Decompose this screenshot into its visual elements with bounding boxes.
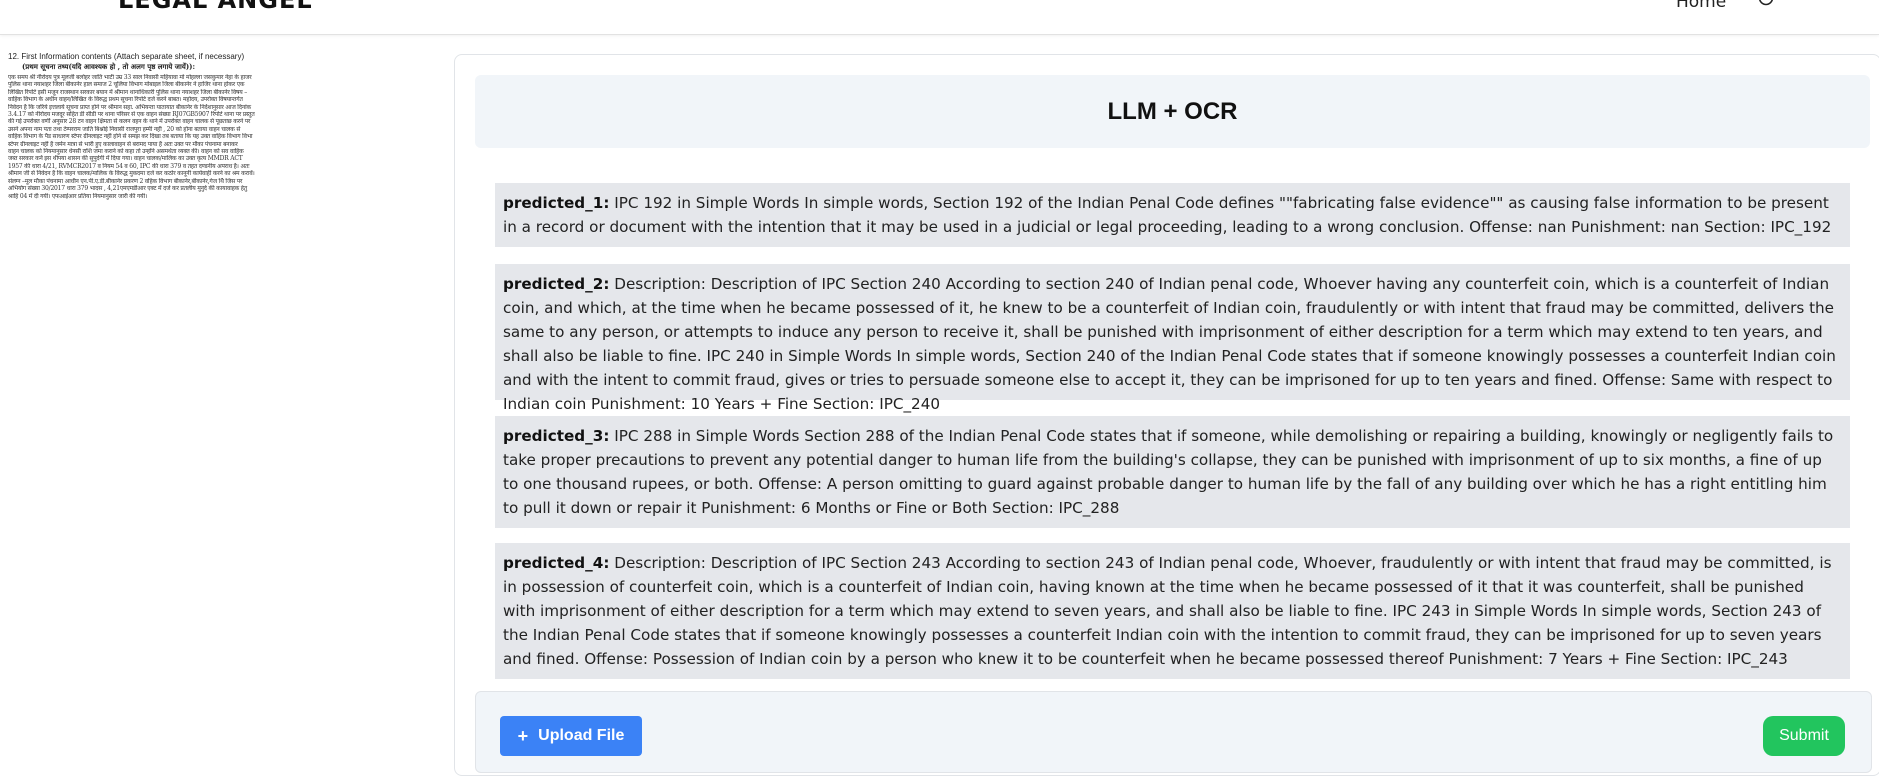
document-line: वाहिक विभाग के पैड साधारण स्टेपर ग्रीनला… [8,133,253,141]
document-line: एक समय श्री नीरोदय पुत्र मूलजी बलोहर जात… [8,74,252,81]
document-line: संलग्न –मूल मौका पंचनामा आधीन एन.पी.ए.डी… [8,177,243,185]
prediction-label: predicted_4: [503,554,610,572]
document-body: एक समय श्री नीरोदय पुत्र मूलजी बलोहर जात… [8,74,368,200]
prediction-card: predicted_1: IPC 192 in Simple Words In … [495,183,1850,247]
user-icon[interactable] [1758,0,1774,6]
document-line: श्राहि 04 में दी गयी। एफआईआर प्रतिया निय… [8,192,148,200]
document-subheading: (प्रथम सूचना तथ्य(यदि आवश्यक हो , तो अलग… [22,62,196,71]
results-title-box: LLM + OCR [475,75,1870,148]
document-line: स्टेपर ग्रीनलाइट नहीं है जर्मन मात्रा से… [8,140,238,148]
top-navbar: LEGAL ANGEL Home [0,0,1879,35]
prediction-label: predicted_3: [503,427,610,445]
document-line: जब्त सरकार कर्ने इस थीपया शासन की सुपुर्… [8,155,243,163]
uploaded-document-preview: 12. First Information contents (Attach s… [8,52,368,262]
prediction-text: IPC 192 in Simple Words In simple words,… [503,194,1832,236]
document-line: उसने अपना नाम पता तथा टेम्परराम जाति बिश… [8,125,241,133]
prediction-card: predicted_2: Description: Description of… [495,264,1850,413]
prediction-text: IPC 288 in Simple Words Section 288 of t… [503,427,1834,517]
prediction-text: Description: Description of IPC Section … [503,554,1832,668]
document-line: वाहिक विभाग के अधीन वाहन/लिखित के विरुद्… [8,96,243,104]
prediction-label: predicted_1: [503,194,610,212]
document-line: वाहन चालक को नियमानुसार धेनसी राशि जमा क… [8,148,244,156]
submit-button[interactable]: Submit [1763,716,1845,756]
document-line: 3.4.17 को नीरोदय मजदूर सहित डी सीडी पर थ… [8,111,255,119]
app-logo[interactable]: LEGAL ANGEL [118,0,313,14]
document-line: 1957 की धारा 4/21, RVMCR2017 व नियम 54 व… [8,162,250,170]
document-line: निवेदन है कि जरिये इत्तलाये सूचना प्राप्… [8,103,251,111]
document-line: श्रीमान जी से निवेदन है कि वाहन चालक/माल… [8,170,255,178]
page-title: LLM + OCR [1107,98,1238,125]
document-line: लिखित रिपोर्ट इसी मजून राजस्थान सरकार बय… [8,88,248,96]
document-line: की गई उपरोक्त वर्णी अनुसार 28 टन वाहन क्… [8,118,251,126]
document-line: अभियोग संख्या 30/2017 धारा 379 भादस , 4,… [8,185,247,193]
nav-home-link[interactable]: Home [1676,0,1726,12]
document-heading: 12. First Information contents (Attach s… [8,52,245,61]
prediction-card: predicted_3: IPC 288 in Simple Words Sec… [495,416,1850,528]
upload-file-label: Upload File [538,727,625,744]
prediction-card: predicted_4: Description: Description of… [495,543,1850,679]
upload-file-button[interactable]: + Upload File [500,716,642,756]
plus-icon: + [517,726,529,746]
upload-bar [475,691,1872,773]
document-line: पुलिस थाना नयाशहर जिला बीकानेर हाल समाज … [8,81,245,89]
prediction-label: predicted_2: [503,275,610,293]
prediction-text: Description: Description of IPC Section … [503,275,1836,413]
